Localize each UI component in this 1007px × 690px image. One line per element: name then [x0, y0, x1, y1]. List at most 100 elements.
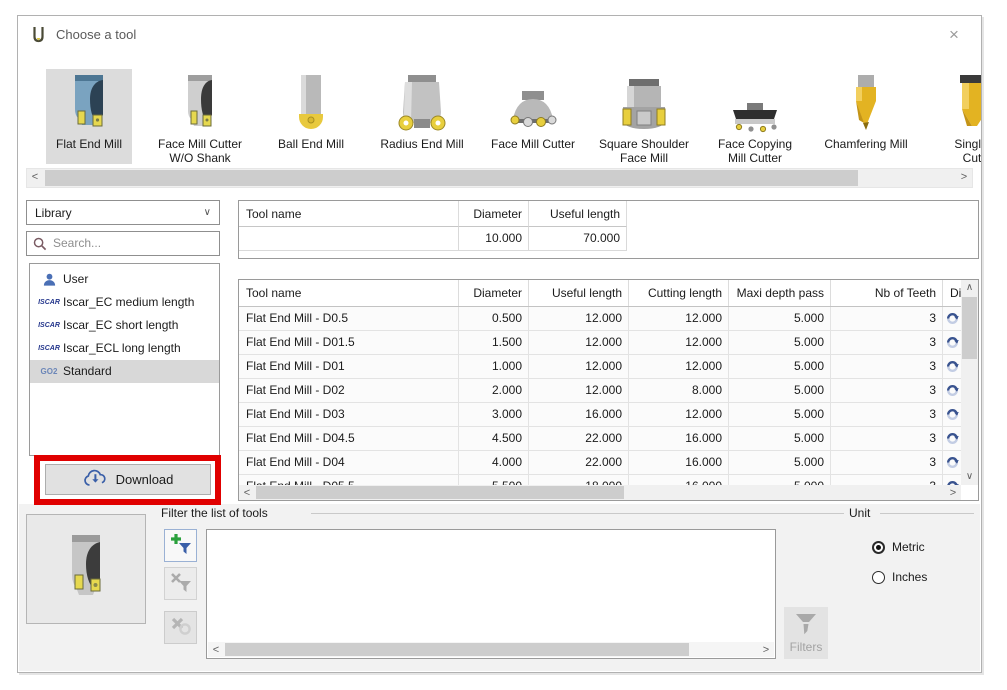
table-row[interactable]: Flat End Mill - D011.00012.00012.0005.00…: [239, 355, 961, 379]
table-horizontal-scrollbar[interactable]: < >: [239, 485, 961, 500]
value-cell: 8.000: [629, 379, 729, 403]
table-row[interactable]: Flat End Mill - D033.00016.00012.0005.00…: [239, 403, 961, 427]
tool-table-header: Nb of Teeth: [831, 280, 943, 306]
radio-button[interactable]: [872, 571, 885, 584]
table-row[interactable]: Flat End Mill - D022.00012.0008.0005.000…: [239, 379, 961, 403]
library-dropdown[interactable]: Library ∨: [26, 200, 220, 225]
scroll-left-icon[interactable]: <: [239, 485, 255, 500]
library-item-iscar-ec-short-length[interactable]: ISCARIscar_EC short length: [30, 314, 219, 337]
radius-end-mill-icon: [379, 71, 465, 135]
table-vertical-scrollbar[interactable]: ∧ ∨: [961, 280, 978, 485]
library-item-iscar-ec-medium-length[interactable]: ISCARIscar_EC medium length: [30, 291, 219, 314]
value-cell: 5.000: [729, 355, 831, 379]
clear-filters-button[interactable]: [164, 611, 197, 644]
filter-table-header-row: Tool nameDiameterUseful length: [239, 201, 978, 227]
filter-list-scrollbar[interactable]: < >: [208, 642, 774, 657]
cloud-download-icon: [83, 469, 108, 490]
filter-list-area[interactable]: < >: [206, 529, 776, 659]
library-item-label: Standard: [61, 360, 112, 383]
filter-table-value-spacer: [627, 227, 978, 251]
scrollbar-thumb[interactable]: [256, 486, 624, 499]
download-button[interactable]: Download: [45, 464, 211, 495]
filter-table-header-spacer: [627, 201, 978, 227]
scroll-down-icon[interactable]: ∨: [961, 469, 978, 485]
chamfering-mill-icon: [823, 71, 909, 135]
end-mill-app-icon: [32, 26, 45, 46]
library-item-standard[interactable]: GO2Standard: [30, 360, 219, 383]
table-row[interactable]: Flat End Mill - D044.00022.00016.0005.00…: [239, 451, 961, 475]
radio-label: Metric: [892, 540, 925, 554]
value-cell: 3.000: [459, 403, 529, 427]
value-cell: 16.000: [529, 403, 629, 427]
user-icon: [37, 272, 61, 287]
tool-item-label: Ball End Mill: [254, 137, 368, 151]
library-item-label: Iscar_EC short length: [61, 314, 178, 337]
unit-option-metric[interactable]: Metric: [872, 540, 925, 554]
library-item-user[interactable]: User: [30, 268, 219, 291]
unit-option-inches[interactable]: Inches: [872, 570, 927, 584]
tool-item-label: Radius End Mill: [365, 137, 479, 151]
diameter-field[interactable]: 10.000: [459, 227, 529, 251]
value-cell: 1.000: [459, 355, 529, 379]
close-icon[interactable]: ×: [939, 22, 969, 48]
value-cell: 0.500: [459, 307, 529, 331]
tool-strip: Flat End Mill Face Mill CutterW/O Shank Ba…: [19, 69, 982, 165]
scroll-left-icon[interactable]: <: [208, 642, 224, 657]
rotation-direction-icon: [943, 403, 961, 427]
value-cell: 5.000: [729, 331, 831, 355]
filter-table-header: Diameter: [459, 201, 529, 227]
tool-item-chamfering-mill[interactable]: Chamfering Mill: [823, 69, 909, 164]
tool-item-face-mill-cutter[interactable]: Face Mill Cutter: [490, 69, 576, 164]
value-cell: 3: [831, 379, 943, 403]
scrollbar-thumb[interactable]: [225, 643, 689, 656]
value-cell: 5.000: [729, 427, 831, 451]
tool-item-square-shoulder-face-mill[interactable]: Square ShoulderFace Mill: [601, 69, 687, 164]
go2-icon: GO2: [37, 360, 61, 383]
scroll-right-icon[interactable]: >: [956, 169, 972, 187]
tool-strip-scrollbar[interactable]: < >: [26, 168, 973, 188]
tool-table-header: Maxi depth pass: [729, 280, 831, 306]
remove-filter-button[interactable]: [164, 567, 197, 600]
screen: Choose a tool × Flat End Mill Face Mill C…: [0, 0, 1007, 690]
scroll-right-icon[interactable]: >: [945, 485, 961, 500]
tool-filter-table: Tool nameDiameterUseful length 10.00070.…: [238, 200, 979, 259]
ball-end-mill-icon: [268, 71, 354, 135]
add-filter-button[interactable]: [164, 529, 197, 562]
tool-item-single-angle-cutter[interactable]: Single-ACutte: [934, 69, 982, 164]
radio-button[interactable]: [872, 541, 885, 554]
table-row[interactable]: Flat End Mill - D01.51.50012.00012.0005.…: [239, 331, 961, 355]
scrollbar-thumb[interactable]: [962, 297, 977, 359]
dialog-title: Choose a tool: [56, 27, 136, 42]
tool-item-face-copying-mill-cutter[interactable]: Face CopyingMill Cutter: [712, 69, 798, 164]
rotation-direction-icon: [943, 307, 961, 331]
value-cell: 3: [831, 475, 943, 485]
library-dropdown-value: Library: [35, 206, 72, 220]
table-row[interactable]: Flat End Mill - D04.54.50022.00016.0005.…: [239, 427, 961, 451]
table-row[interactable]: Flat End Mill - D0.50.50012.00012.0005.0…: [239, 307, 961, 331]
tool-item-radius-end-mill[interactable]: Radius End Mill: [379, 69, 465, 164]
square-shoulder-face-mill-icon: [601, 71, 687, 135]
search-input[interactable]: Search...: [26, 231, 220, 256]
value-cell: 5.000: [729, 403, 831, 427]
tool-name-cell: Flat End Mill - D01: [239, 355, 459, 379]
library-item-iscar-ecl-long-length[interactable]: ISCARIscar_ECL long length: [30, 337, 219, 360]
tool-item-face-mill-wo-shank[interactable]: Face Mill CutterW/O Shank: [157, 69, 243, 164]
tool-table-header: Di: [943, 280, 961, 306]
scroll-left-icon[interactable]: <: [27, 169, 43, 187]
scroll-up-icon[interactable]: ∧: [961, 280, 978, 296]
filters-button-label: Filters: [790, 640, 823, 654]
iscar-icon: ISCAR: [37, 337, 61, 360]
value-cell: 12.000: [629, 403, 729, 427]
value-cell: 3: [831, 331, 943, 355]
add-filter-icon: [170, 533, 192, 558]
scroll-right-icon[interactable]: >: [758, 642, 774, 657]
scrollbar-thumb[interactable]: [45, 170, 858, 186]
table-row[interactable]: Flat End Mill - D05.55.50018.00016.0005.…: [239, 475, 961, 485]
useful-length-field[interactable]: 70.000: [529, 227, 627, 251]
tool-name-field[interactable]: [239, 227, 459, 251]
tool-item-flat-end-mill[interactable]: Flat End Mill: [46, 69, 132, 164]
tool-table-header: Tool name: [239, 280, 459, 306]
filters-button[interactable]: Filters: [784, 607, 828, 659]
choose-tool-dialog: Choose a tool × Flat End Mill Face Mill C…: [17, 15, 982, 673]
tool-item-ball-end-mill[interactable]: Ball End Mill: [268, 69, 354, 164]
